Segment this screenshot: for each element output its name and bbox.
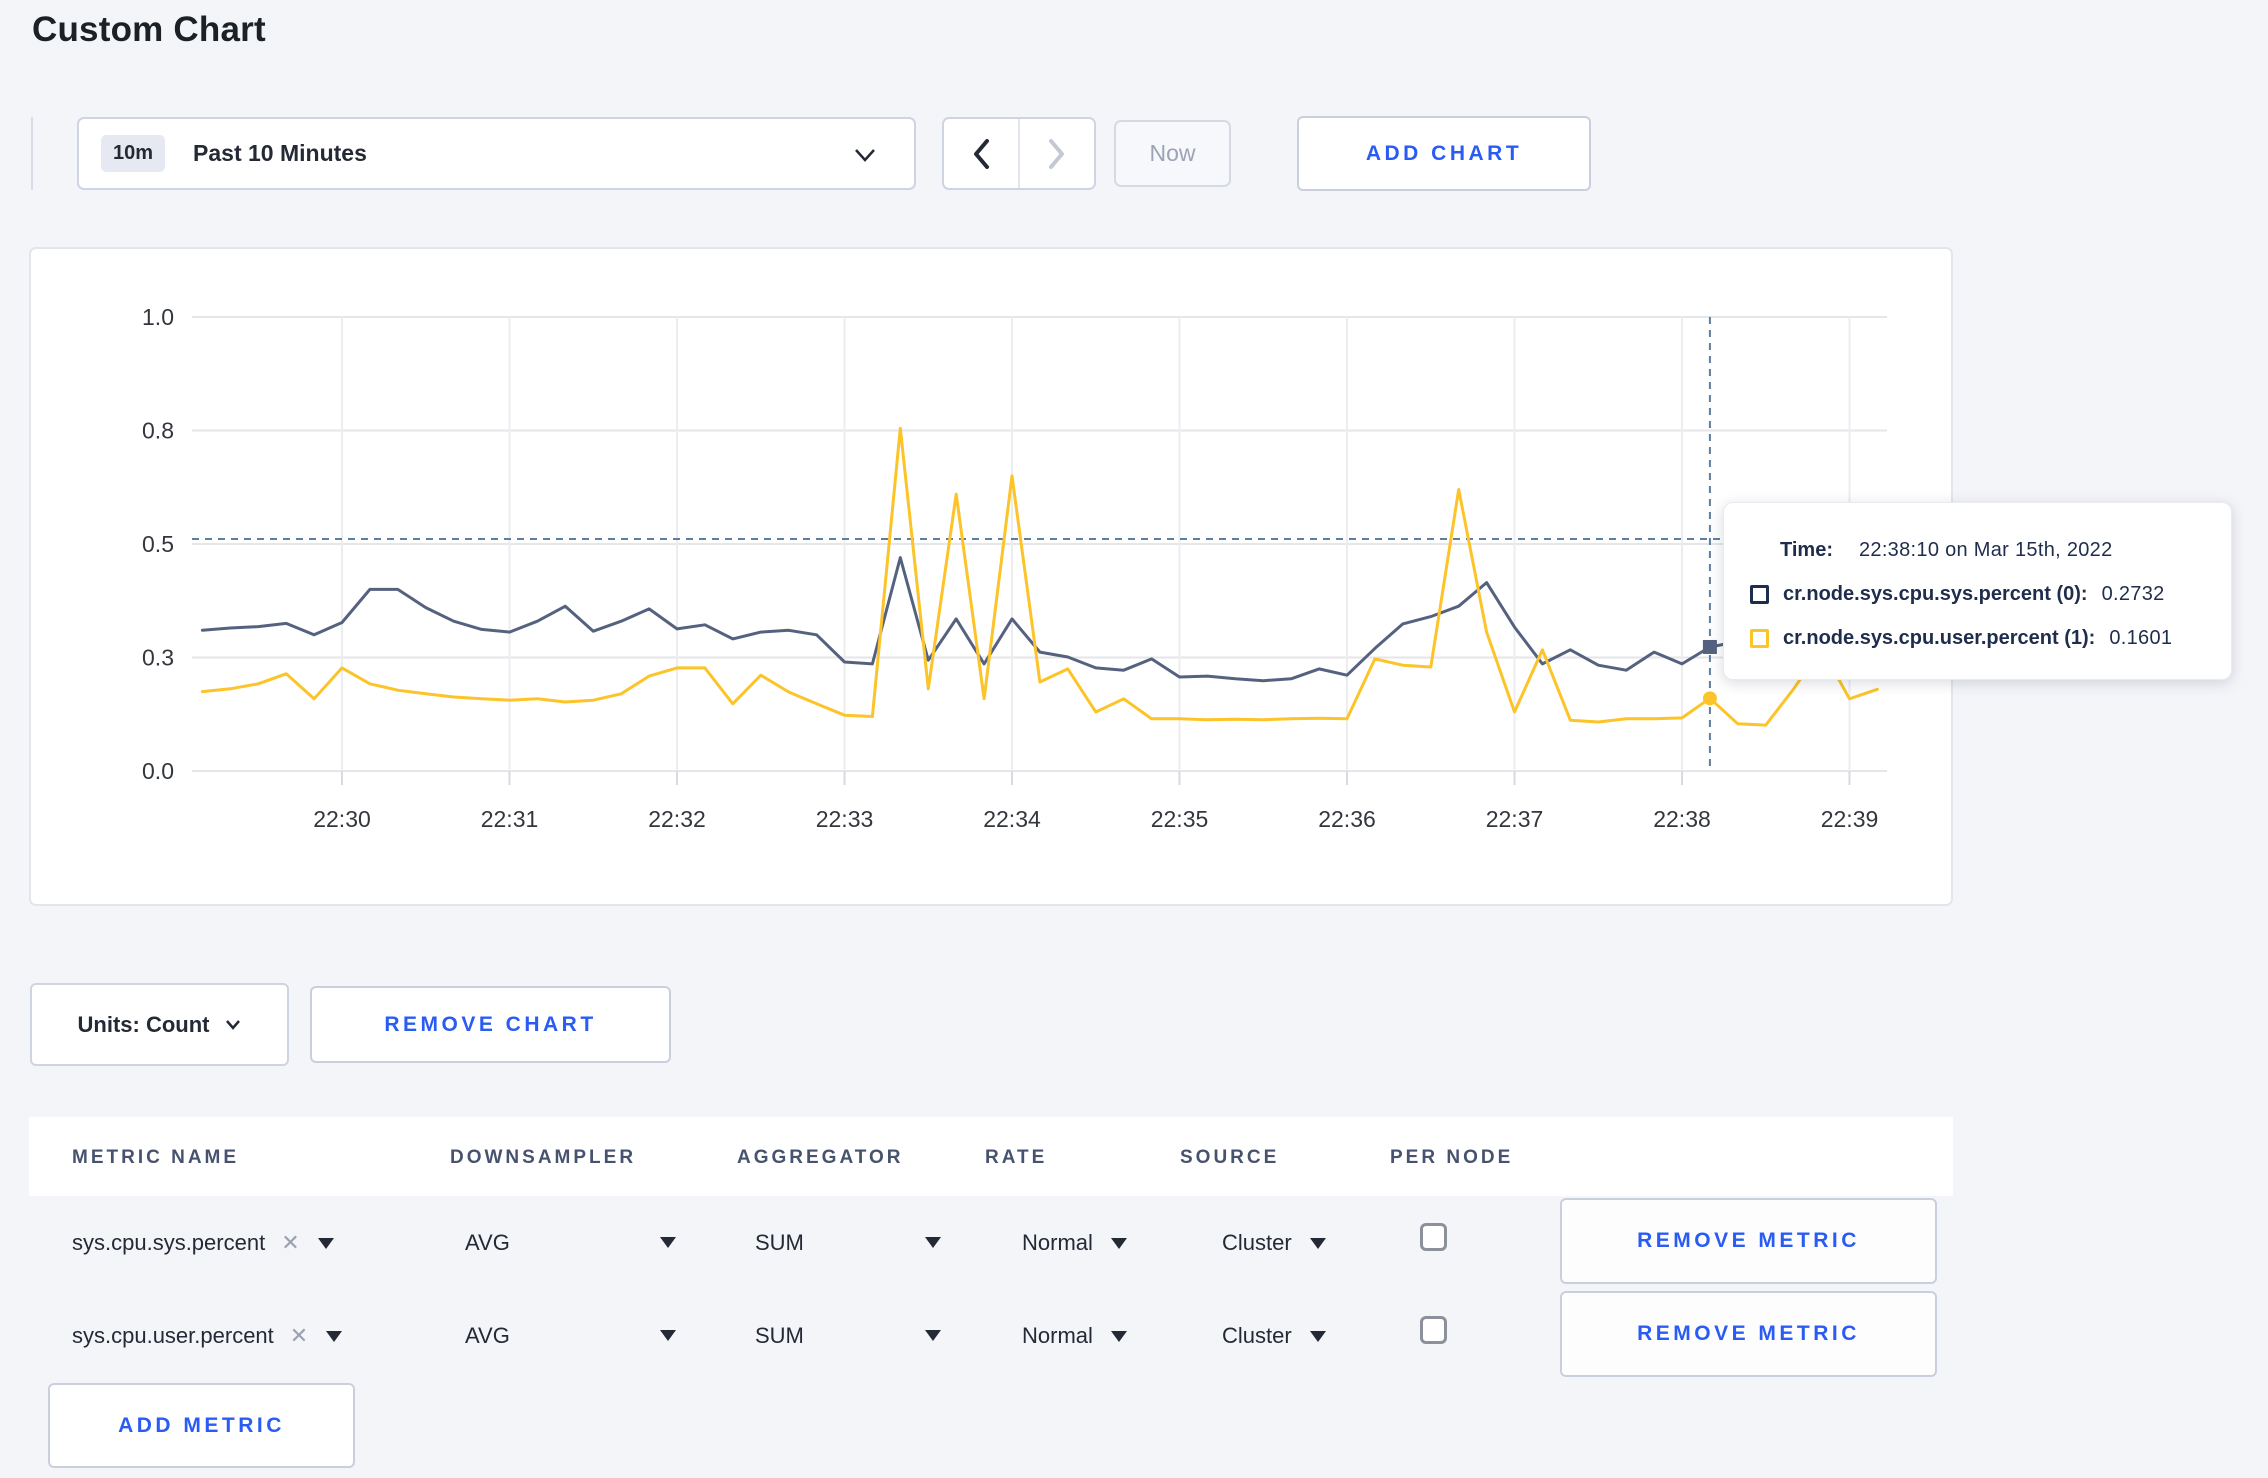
downsampler-select[interactable]: AVG xyxy=(465,1323,510,1349)
toolbar-divider xyxy=(31,117,33,190)
svg-text:0.8: 0.8 xyxy=(142,418,174,444)
custom-chart-page: Custom Chart 10m Past 10 Minutes Now ADD… xyxy=(0,0,2268,1478)
per-node-checkbox[interactable] xyxy=(1420,1223,1447,1251)
metric-name-dropdown[interactable]: sys.cpu.user.percent ✕ xyxy=(72,1323,343,1349)
caret-down-icon xyxy=(317,1237,334,1249)
tooltip-time-label: Time: xyxy=(1780,538,1833,561)
svg-text:22:32: 22:32 xyxy=(648,806,706,832)
col-header-downsampler: DOWNSAMPLER xyxy=(450,1147,637,1168)
svg-text:22:39: 22:39 xyxy=(1821,806,1879,832)
aggregator-value: SUM xyxy=(755,1323,804,1348)
now-button[interactable]: Now xyxy=(1114,120,1231,187)
rate-select[interactable]: Normal xyxy=(1022,1323,1127,1349)
metric-name-label: sys.cpu.user.percent xyxy=(72,1323,274,1348)
chevron-down-icon xyxy=(854,148,876,167)
aggregator-value: SUM xyxy=(755,1230,804,1255)
svg-text:0.0: 0.0 xyxy=(142,758,174,784)
units-dropdown[interactable]: Units: Count xyxy=(30,983,289,1066)
rate-select[interactable]: Normal xyxy=(1022,1230,1127,1256)
col-header-metric-name: METRIC NAME xyxy=(72,1147,240,1168)
caret-down-icon xyxy=(1110,1330,1127,1342)
downsampler-value: AVG xyxy=(465,1230,510,1255)
time-prev-button[interactable] xyxy=(944,119,1020,188)
source-value: Cluster xyxy=(1222,1323,1292,1348)
tooltip-sys-name: cr.node.sys.cpu.sys.percent (0): xyxy=(1783,582,2088,605)
chart-tooltip: Time: 22:38:10 on Mar 15th, 2022 cr.node… xyxy=(1723,502,2232,680)
add-metric-button[interactable]: ADD METRIC xyxy=(48,1383,355,1468)
caret-down-icon[interactable] xyxy=(660,1237,676,1248)
tooltip-time-value: 22:38:10 on Mar 15th, 2022 xyxy=(1858,538,2113,561)
units-label: Units: Count xyxy=(77,1011,210,1037)
time-next-button[interactable] xyxy=(1020,119,1094,188)
svg-text:1.0: 1.0 xyxy=(142,304,174,330)
col-header-rate: RATE xyxy=(985,1147,1048,1168)
cpu-percent-line-chart[interactable]: 0.0 0.3 0.5 0.8 1.0 22:30 22:31 22:32 22:33 22:34… xyxy=(31,249,1955,908)
tooltip-user-value: 0.1601 xyxy=(2109,626,2173,649)
svg-text:22:35: 22:35 xyxy=(1151,806,1209,832)
svg-text:22:31: 22:31 xyxy=(481,806,539,832)
remove-metric-x-icon[interactable]: ✕ xyxy=(281,1230,299,1256)
svg-text:22:33: 22:33 xyxy=(816,806,874,832)
tooltip-user-name: cr.node.sys.cpu.user.percent (1): xyxy=(1783,626,2096,649)
col-header-aggregator: AGGREGATOR xyxy=(737,1147,904,1168)
svg-text:22:36: 22:36 xyxy=(1318,806,1376,832)
svg-text:22:34: 22:34 xyxy=(983,806,1041,832)
aggregator-select[interactable]: SUM xyxy=(755,1230,804,1256)
svg-text:22:38: 22:38 xyxy=(1653,806,1711,832)
aggregator-select[interactable]: SUM xyxy=(755,1323,804,1349)
sys-series-swatch-icon xyxy=(1750,584,1769,604)
col-header-source: SOURCE xyxy=(1180,1147,1280,1168)
svg-text:22:30: 22:30 xyxy=(313,806,371,832)
time-nav-group xyxy=(942,117,1096,190)
metric-name-label: sys.cpu.sys.percent xyxy=(72,1230,266,1255)
rate-value: Normal xyxy=(1022,1230,1093,1255)
remove-metric-x-icon[interactable]: ✕ xyxy=(290,1323,308,1349)
remove-metric-button[interactable]: REMOVE METRIC xyxy=(1560,1291,1937,1377)
caret-down-icon xyxy=(326,1330,343,1342)
col-header-per-node: PER NODE xyxy=(1390,1147,1514,1168)
page-title: Custom Chart xyxy=(32,10,266,49)
time-range-label: Past 10 Minutes xyxy=(193,140,367,166)
caret-down-icon[interactable] xyxy=(925,1237,941,1248)
chart-card: 0.0 0.3 0.5 0.8 1.0 22:30 22:31 22:32 22:33 22:34… xyxy=(29,247,1953,906)
svg-text:22:37: 22:37 xyxy=(1486,806,1544,832)
metric-name-dropdown[interactable]: sys.cpu.sys.percent ✕ xyxy=(72,1230,334,1256)
downsampler-value: AVG xyxy=(465,1323,510,1348)
user-series-swatch-icon xyxy=(1750,628,1769,648)
caret-down-icon xyxy=(1309,1237,1326,1249)
downsampler-select[interactable]: AVG xyxy=(465,1230,510,1256)
caret-down-icon[interactable] xyxy=(660,1330,676,1341)
source-select[interactable]: Cluster xyxy=(1222,1323,1326,1349)
remove-metric-button[interactable]: REMOVE METRIC xyxy=(1560,1198,1937,1284)
time-range-badge: 10m xyxy=(101,135,166,172)
chevron-down-icon xyxy=(226,1020,241,1030)
caret-down-icon xyxy=(1110,1237,1127,1249)
svg-text:0.3: 0.3 xyxy=(142,645,174,671)
add-chart-button[interactable]: ADD CHART xyxy=(1297,116,1591,191)
remove-chart-button[interactable]: REMOVE CHART xyxy=(310,986,671,1063)
svg-text:0.5: 0.5 xyxy=(142,531,174,557)
time-range-select[interactable]: 10m Past 10 Minutes xyxy=(77,117,916,190)
tooltip-sys-value: 0.2732 xyxy=(2101,582,2165,605)
source-value: Cluster xyxy=(1222,1230,1292,1255)
caret-down-icon[interactable] xyxy=(925,1330,941,1341)
per-node-checkbox[interactable] xyxy=(1420,1316,1447,1344)
caret-down-icon xyxy=(1309,1330,1326,1342)
rate-value: Normal xyxy=(1022,1323,1093,1348)
source-select[interactable]: Cluster xyxy=(1222,1230,1326,1256)
